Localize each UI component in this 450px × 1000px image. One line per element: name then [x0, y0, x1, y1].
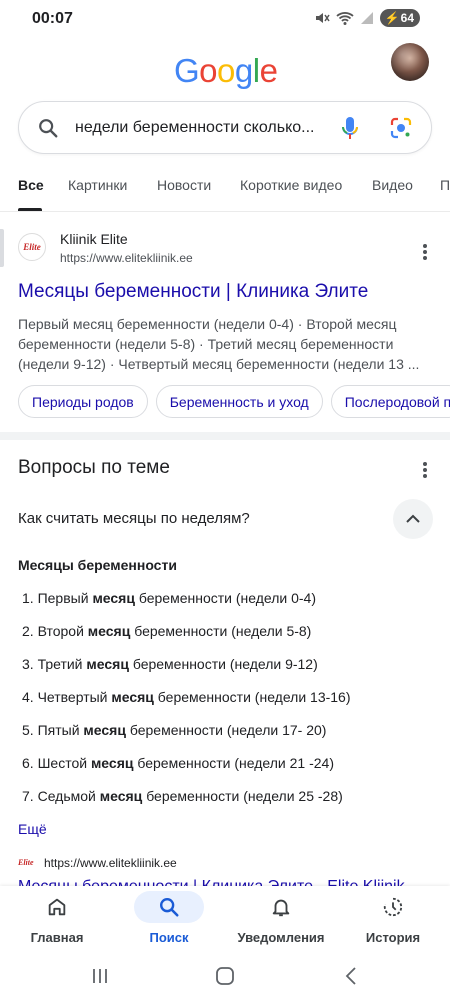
- site-favicon[interactable]: Elite: [18, 233, 46, 261]
- related-chips: Периоды родов Беременность и уход Послер…: [18, 385, 450, 418]
- chevron-up-icon: [406, 514, 420, 523]
- nav-label: Главная: [30, 930, 84, 945]
- tab-short-videos[interactable]: Короткие видео: [240, 177, 342, 193]
- result-accent: [0, 229, 4, 267]
- nav-label: История: [365, 930, 421, 945]
- question-item[interactable]: Как считать месяцы по неделям?: [18, 510, 250, 527]
- tab-videos[interactable]: Видео: [372, 177, 413, 193]
- tab-more[interactable]: П: [440, 177, 450, 193]
- google-logo[interactable]: Google: [174, 52, 278, 90]
- tab-news[interactable]: Новости: [157, 177, 211, 193]
- status-icons: ⚡ 64: [314, 9, 420, 27]
- signal-icon: [360, 12, 373, 24]
- list-item: 5. Пятый месяц беременности (недели 17- …: [22, 722, 327, 738]
- nav-pill: [22, 891, 92, 923]
- nav-notifications[interactable]: Уведомления: [226, 886, 336, 954]
- bell-icon: [272, 899, 290, 917]
- list-item: 6. Шестой месяц беременности (недели 21 …: [22, 755, 334, 771]
- more-vert-icon[interactable]: [422, 461, 428, 479]
- search-icon: [39, 119, 58, 138]
- google-lens-icon[interactable]: [389, 116, 413, 140]
- chip-pregnancy-care[interactable]: Беременность и уход: [155, 385, 323, 418]
- more-vert-icon[interactable]: [422, 243, 428, 261]
- microphone-icon[interactable]: [341, 116, 359, 142]
- nav-label: Уведомления: [237, 930, 325, 945]
- history-icon: [383, 897, 403, 917]
- status-time: 00:07: [32, 10, 73, 27]
- back-icon[interactable]: [342, 966, 362, 986]
- favicon-logo-text: Elite: [23, 242, 41, 252]
- battery-indicator: ⚡ 64: [379, 9, 420, 27]
- search-icon: [160, 898, 179, 917]
- active-tab-indicator: [18, 208, 42, 211]
- site-name[interactable]: Kliinik Elite: [60, 231, 128, 247]
- more-link[interactable]: Ещё: [18, 821, 47, 837]
- battery-level: 64: [400, 11, 414, 25]
- charging-icon: ⚡: [384, 11, 400, 25]
- source-url[interactable]: https://www.elitekliinik.ee: [44, 856, 177, 870]
- collapse-button[interactable]: [393, 499, 433, 539]
- nav-history[interactable]: История: [338, 886, 448, 954]
- list-item: 7. Седьмой месяц беременности (недели 25…: [22, 788, 343, 804]
- mute-icon: [315, 13, 330, 23]
- nav-pill: [246, 891, 316, 923]
- chip-birth-periods[interactable]: Периоды родов: [18, 385, 148, 418]
- result-snippet: Первый месяц беременности (недели 0-4) ·…: [18, 316, 420, 372]
- wifi-icon: [336, 12, 354, 25]
- answer-list: 1. Первый месяц беременности (недели 0-4…: [22, 590, 351, 821]
- section-divider: [0, 432, 450, 440]
- list-item: 4. Четвертый месяц беременности (недели …: [22, 689, 351, 705]
- avatar[interactable]: [391, 43, 429, 81]
- nav-home[interactable]: Главная: [2, 886, 112, 954]
- nav-pill: [358, 891, 428, 923]
- tab-all[interactable]: Все: [18, 177, 44, 193]
- result-title-link[interactable]: Месяцы беременности | Клиника Элите: [18, 281, 368, 303]
- search-tabs: Все Картинки Новости Короткие видео Виде…: [0, 170, 450, 212]
- related-questions-heading: Вопросы по теме: [18, 457, 170, 478]
- system-navigation-bar: [0, 954, 450, 1000]
- source-favicon: Elite: [18, 858, 34, 867]
- chip-postpartum[interactable]: Послеродовой п: [330, 385, 450, 418]
- list-item: 3. Третий месяц беременности (недели 9-1…: [22, 656, 318, 672]
- tab-images[interactable]: Картинки: [68, 177, 127, 193]
- nav-label: Поиск: [149, 930, 189, 945]
- search-box[interactable]: недели беременности сколько...: [18, 101, 432, 154]
- home-button-icon[interactable]: [215, 966, 235, 986]
- nav-search[interactable]: Поиск: [114, 886, 224, 954]
- site-url[interactable]: https://www.elitekliinik.ee: [60, 251, 193, 265]
- nav-pill: [134, 891, 204, 923]
- recent-apps-icon[interactable]: [90, 966, 110, 986]
- search-input[interactable]: недели беременности сколько...: [75, 119, 314, 137]
- list-item: 1. Первый месяц беременности (недели 0-4…: [22, 590, 316, 606]
- status-bar: 00:07 ⚡ 64: [0, 0, 450, 38]
- list-item: 2. Второй месяц беременности (недели 5-8…: [22, 623, 312, 639]
- answer-heading: Месяцы беременности: [18, 557, 177, 573]
- bottom-navigation: Главная Поиск Уведомления История: [0, 886, 450, 954]
- home-icon: [48, 898, 66, 916]
